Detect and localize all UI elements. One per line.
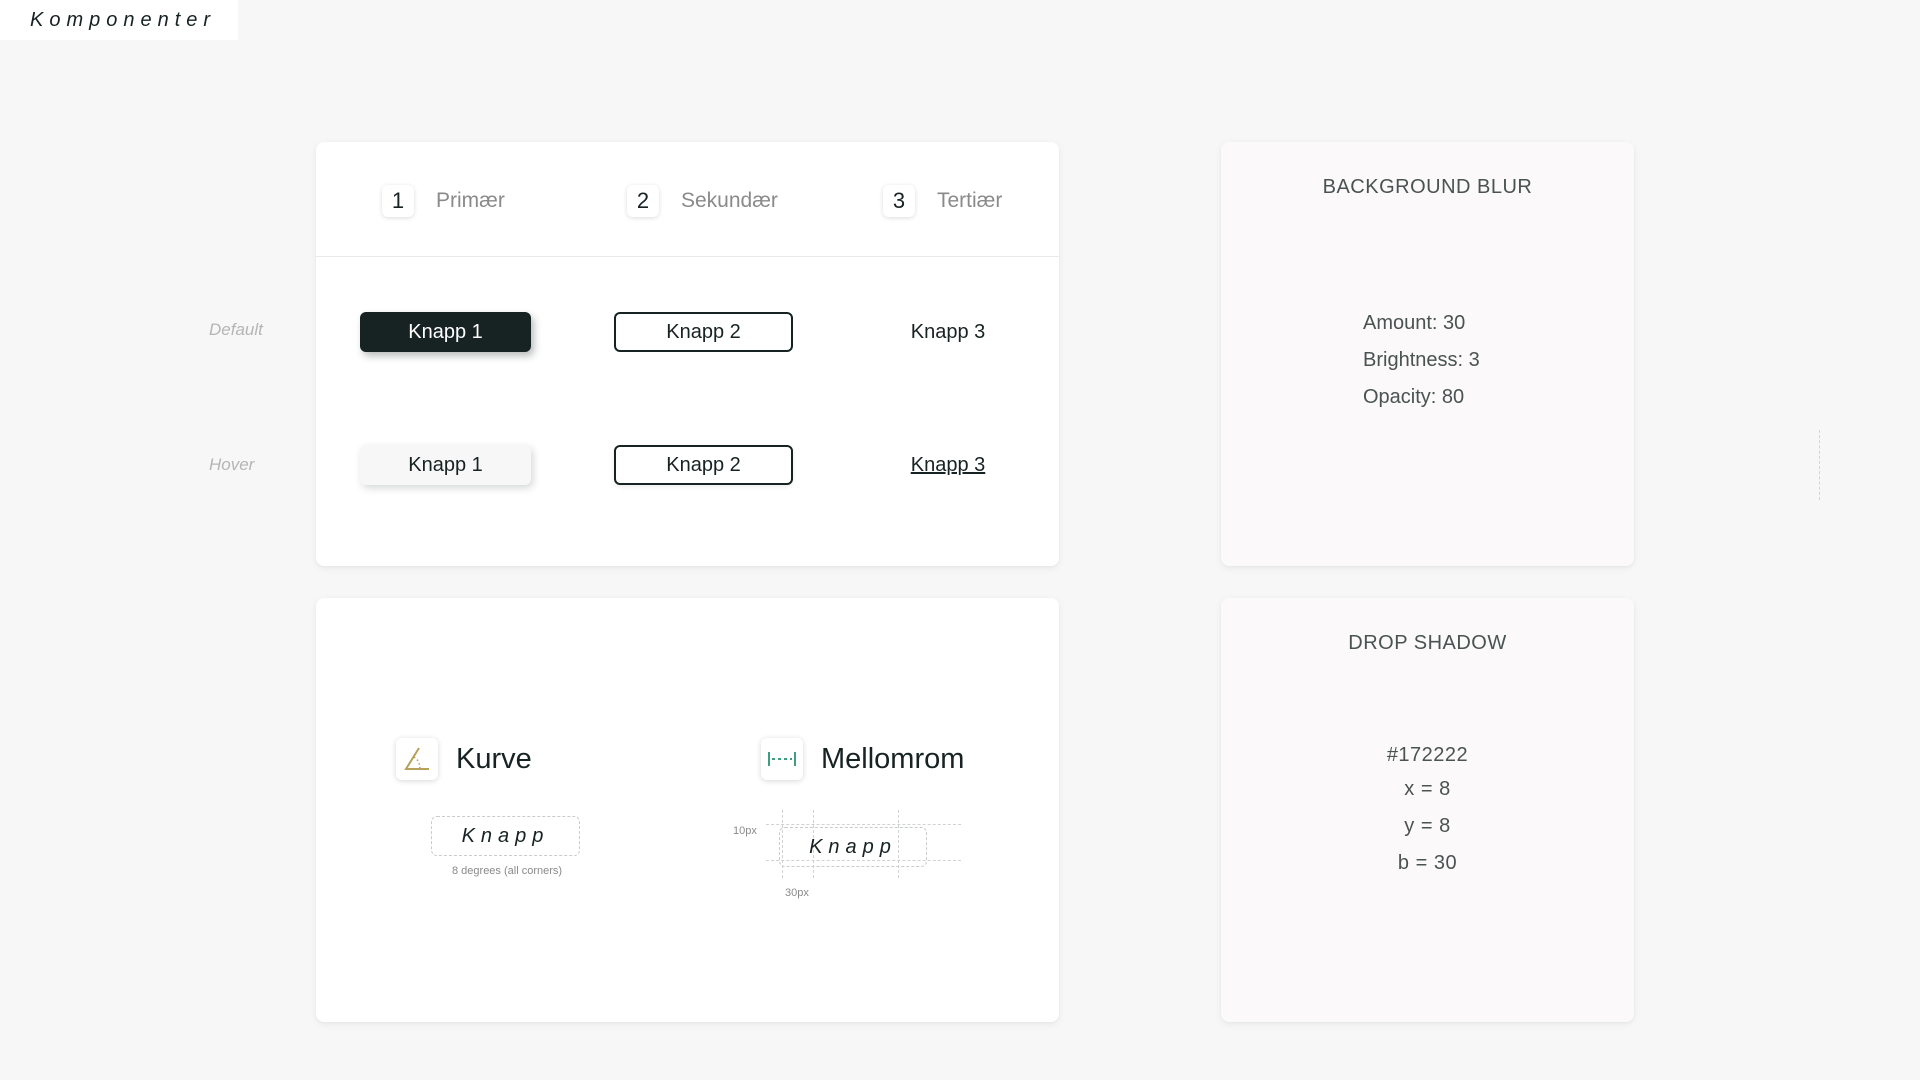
button-type-tabs: 1 Primær 2 Sekundær 3 Tertiær [316, 142, 1059, 257]
drop-shadow-card: DROP SHADOW #172222 x = 8 y = 8 b = 30 [1221, 598, 1634, 1022]
spacing-heading: Mellomrom [761, 738, 964, 780]
page-title: Komponenter [0, 0, 238, 40]
spacing-icon [761, 738, 803, 780]
tab-label: Primær [436, 189, 505, 212]
background-blur-card: BACKGROUND BLUR Amount: 30 Brightness: 3… [1221, 142, 1634, 566]
spacing-horizontal-label: 30px [785, 887, 809, 899]
tertiary-button-hover[interactable]: Knapp 3 [868, 445, 1028, 485]
edge-guide [1819, 430, 1820, 500]
spacing-demo-button: Knapp [779, 827, 927, 867]
secondary-button-default[interactable]: Knapp 2 [614, 312, 793, 352]
properties-card: Kurve Knapp 8 degrees (all corners) Mell… [316, 598, 1059, 1022]
primary-button-hover[interactable]: Knapp 1 [360, 445, 531, 485]
blur-amount: Amount: 30 [1363, 312, 1466, 334]
blur-brightness: Brightness: 3 [1363, 349, 1480, 371]
curve-demo-button: Knapp [431, 816, 580, 856]
primary-button-default[interactable]: Knapp 1 [360, 312, 531, 352]
spacing-title: Mellomrom [821, 742, 965, 775]
blur-opacity: Opacity: 80 [1363, 386, 1465, 408]
shadow-color: #172222 [1386, 744, 1469, 766]
row-label-hover: Hover [209, 455, 255, 474]
tab-tertiary[interactable]: 3 Tertiær [883, 185, 1002, 217]
row-label-default: Default [209, 320, 263, 339]
shadow-x: x = 8 [1404, 778, 1451, 800]
background-blur-title: BACKGROUND BLUR [1322, 176, 1533, 198]
shadow-y: y = 8 [1404, 815, 1451, 837]
tab-label: Sekundær [681, 189, 778, 212]
buttons-card: 1 Primær 2 Sekundær 3 Tertiær Knapp 1 Kn… [316, 142, 1059, 566]
secondary-button-hover[interactable]: Knapp 2 [614, 445, 793, 485]
curve-title: Kurve [456, 742, 532, 775]
tab-primary[interactable]: 1 Primær [382, 185, 505, 217]
tab-number: 3 [883, 185, 915, 217]
curve-note: 8 degrees (all corners) [452, 865, 563, 877]
tab-secondary[interactable]: 2 Sekundær [627, 185, 778, 217]
angle-icon [396, 738, 438, 780]
spacing-guide [766, 824, 961, 825]
curve-heading: Kurve [396, 738, 532, 780]
drop-shadow-title: DROP SHADOW [1348, 632, 1507, 654]
tab-number: 2 [627, 185, 659, 217]
tertiary-button-default[interactable]: Knapp 3 [868, 312, 1028, 352]
spacing-vertical-label: 10px [733, 825, 757, 837]
tab-label: Tertiær [937, 189, 1003, 212]
tab-number: 1 [382, 185, 414, 217]
shadow-blur: b = 30 [1397, 852, 1458, 874]
